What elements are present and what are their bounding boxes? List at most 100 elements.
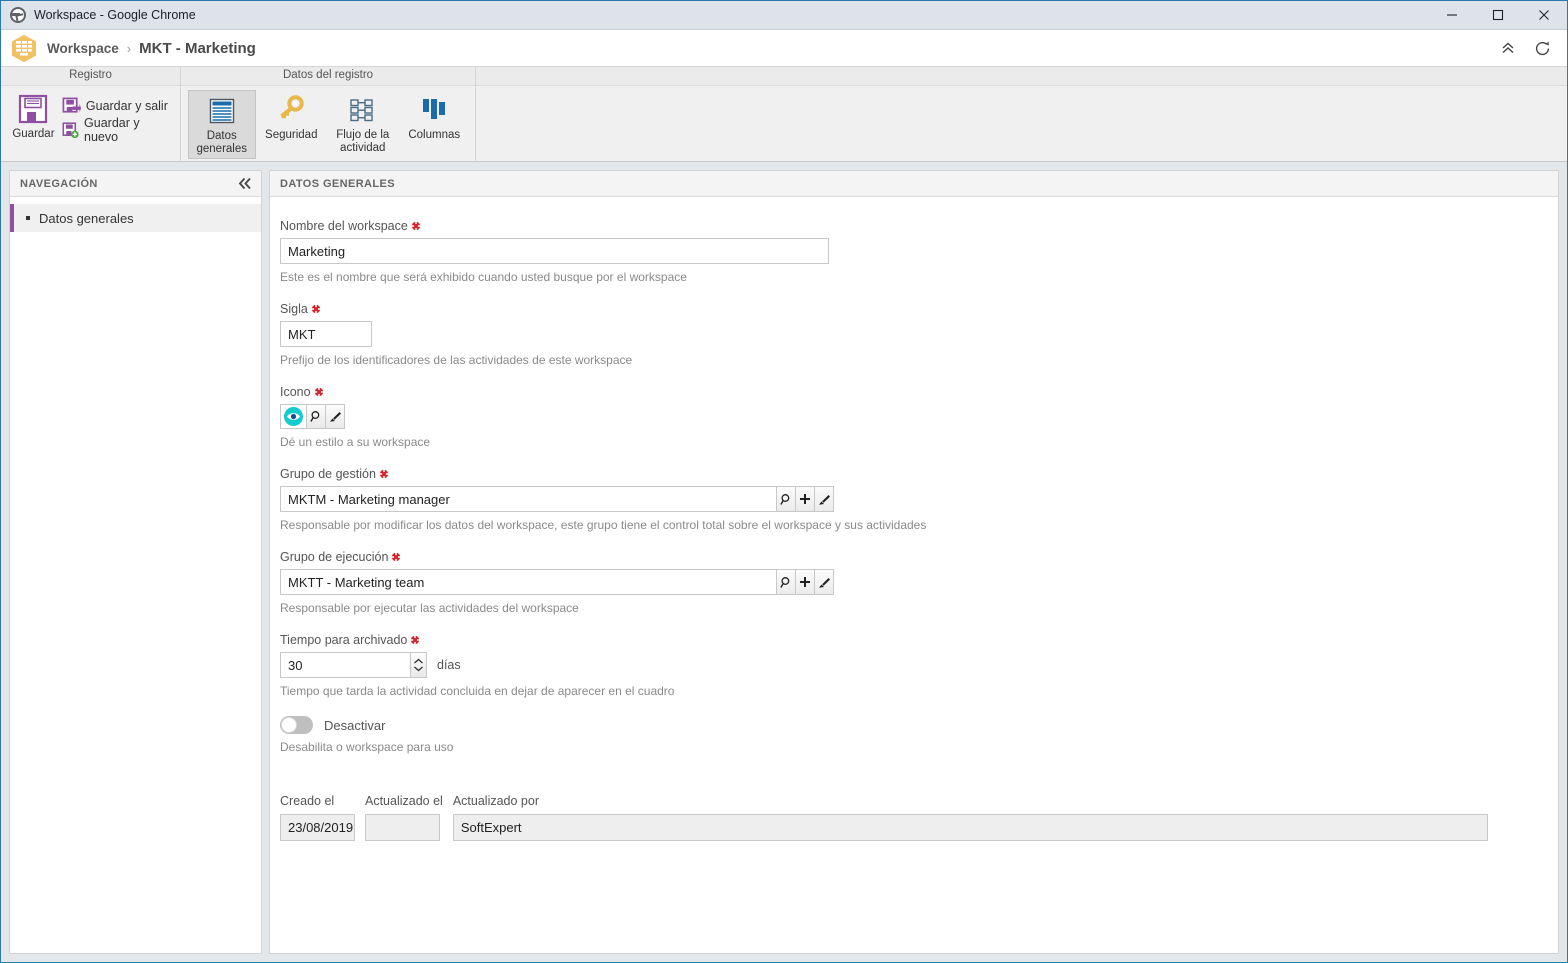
document-lines-icon [209, 98, 234, 124]
navigation-header: NAVEGACIÓN [10, 171, 261, 197]
key-icon [280, 95, 304, 119]
audit-row: Creado el 23/08/2019 Actualizado el Actu… [280, 794, 1558, 841]
field-tiempo-archivado-label-row: Tiempo para archivado [280, 633, 1558, 647]
ribbon-group-datos-registro-title: Datos del registro [181, 67, 475, 86]
tab-flujo-actividad-label: Flujo de la actividad [336, 129, 390, 154]
field-grupo-gestion-hint: Responsable por modificar los datos del … [280, 518, 927, 532]
grupo-ejecucion-clear-button[interactable] [815, 569, 834, 595]
tab-columnas[interactable]: Columnas [400, 90, 468, 144]
ribbon-group-registro-title: Registro [1, 67, 180, 86]
ribbon-empty-body [476, 86, 1567, 163]
page-title: MKT - Marketing [139, 39, 256, 57]
field-sigla: Sigla Prefijo de los identificadores de … [280, 302, 1558, 367]
chevron-up-icon [414, 658, 423, 664]
chevron-double-up-icon[interactable] [1493, 33, 1523, 63]
save-and-new-button[interactable]: Guardar y nuevo [60, 116, 174, 144]
magnifier-icon [779, 576, 789, 588]
required-icon [311, 304, 321, 314]
grupo-ejecucion-add-button[interactable] [796, 569, 815, 595]
field-icono-label: Icono [280, 385, 311, 399]
save-and-exit-button[interactable]: Guardar y salir [60, 94, 174, 118]
breadcrumb-root[interactable]: Workspace [47, 41, 119, 56]
grupo-gestion-add-button[interactable] [796, 486, 815, 512]
sidebar-item-label: Datos generales [39, 210, 134, 226]
tab-seguridad-label: Seguridad [265, 129, 318, 141]
field-nombre-workspace: Nombre del workspace Este es el nombre q… [280, 219, 1558, 284]
sidebar-item-datos-generales[interactable]: Datos generales [10, 204, 261, 232]
workspace-name-input[interactable] [280, 238, 829, 264]
selected-icon-swatch[interactable] [280, 404, 307, 429]
audit-updated-col: Actualizado el [365, 794, 443, 841]
floppy-disk-exit-icon [62, 97, 81, 113]
tiempo-archivado-input[interactable] [280, 652, 410, 678]
save-button-label: Guardar [12, 128, 55, 140]
main-body: NAVEGACIÓN Datos generales DATOS GENERAL… [1, 162, 1567, 962]
paintbrush-icon [818, 577, 830, 588]
ribbon-group-empty [476, 67, 1567, 163]
desactivar-toggle[interactable] [280, 716, 313, 734]
required-icon [410, 635, 420, 645]
audit-created-col: Creado el 23/08/2019 [280, 794, 355, 841]
audit-updated-label: Actualizado el [365, 794, 443, 808]
navigation-title: NAVEGACIÓN [20, 177, 98, 190]
field-nombre-hint: Este es el nombre que será exhibido cuan… [280, 270, 687, 284]
save-and-new-label: Guardar y nuevo [84, 116, 140, 144]
flowchart-icon [350, 99, 373, 122]
field-nombre-label: Nombre del workspace [280, 219, 408, 233]
sigla-input[interactable] [280, 321, 372, 347]
audit-gap-1 [355, 794, 365, 841]
field-tiempo-archivado-hint: Tiempo que tarda la actividad concluida … [280, 684, 675, 698]
field-nombre-label-row: Nombre del workspace [280, 219, 1558, 233]
ribbon-toolbar: Registro Guardar Guardar y salir Guardar… [1, 66, 1567, 163]
grupo-gestion-clear-button[interactable] [815, 486, 834, 512]
save-secondary-buttons: Guardar y salir Guardar y nuevo [60, 90, 174, 144]
plus-icon [800, 577, 810, 587]
minimize-button[interactable] [1429, 1, 1475, 29]
grupo-ejecucion-combo [280, 569, 1558, 595]
field-grupo-gestion-label: Grupo de gestión [280, 467, 376, 481]
field-desactivar: Desactivar Desabilita o workspace para u… [280, 716, 1558, 754]
audit-updated-by-label: Actualizado por [452, 794, 539, 808]
tab-datos-generales[interactable]: Datos generales [188, 90, 256, 159]
app-header: Workspace › MKT - Marketing [1, 30, 1567, 66]
field-sigla-hint: Prefijo de los identificadores de las ac… [280, 353, 633, 367]
audit-gap-2 [443, 794, 453, 841]
tab-seguridad[interactable]: Seguridad [258, 90, 326, 144]
icon-search-button[interactable] [307, 404, 326, 429]
close-button[interactable] [1521, 1, 1567, 29]
window-titlebar: Workspace - Google Chrome [1, 1, 1567, 30]
chevron-double-left-icon[interactable] [238, 177, 253, 190]
grupo-gestion-input[interactable] [280, 486, 777, 512]
audit-created-value: 23/08/2019 [280, 814, 355, 841]
field-sigla-label: Sigla [280, 302, 308, 316]
required-icon [313, 387, 324, 397]
stepper-buttons[interactable] [410, 652, 427, 678]
maximize-button[interactable] [1475, 1, 1521, 29]
field-grupo-ejecucion-label-row: Grupo de ejecución [280, 550, 1558, 564]
grupo-ejecucion-search-button[interactable] [777, 569, 796, 595]
grupo-ejecucion-input[interactable] [280, 569, 777, 595]
content-panel: DATOS GENERALES Nombre del workspace Est… [269, 170, 1559, 954]
ribbon-empty-title [476, 67, 1567, 86]
grupo-gestion-search-button[interactable] [777, 486, 796, 512]
ribbon-group-datos-registro-body: Datos generales Seguridad Flujo de la ac… [181, 86, 475, 163]
bullet-icon [26, 216, 30, 220]
chrome-window: Workspace - Google Chrome Workspace › MK… [0, 0, 1568, 963]
grupo-gestion-combo [280, 486, 1558, 512]
audit-updated-by-value: SoftExpert [452, 814, 1488, 841]
tab-flujo-actividad[interactable]: Flujo de la actividad [327, 90, 398, 157]
save-button[interactable]: Guardar [7, 90, 60, 142]
field-grupo-ejecucion: Grupo de ejecución MKTT - Marketing team… [280, 550, 1558, 615]
desactivar-toggle-row: Desactivar [280, 716, 1558, 734]
field-grupo-gestion: Grupo de gestión MKTM - Marketing manage… [280, 467, 1558, 532]
columns-icon [423, 99, 446, 119]
breadcrumb-separator: › [126, 40, 132, 56]
refresh-icon[interactable] [1527, 33, 1557, 63]
paintbrush-icon [329, 412, 341, 422]
window-title: Workspace - Google Chrome [34, 8, 196, 22]
required-icon [411, 221, 421, 231]
icon-clear-button[interactable] [326, 404, 345, 429]
content-header: DATOS GENERALES [270, 171, 1558, 197]
ribbon-group-registro-body: Guardar Guardar y salir Guardar y nuevo [1, 86, 180, 163]
content-section-title: DATOS GENERALES [280, 177, 395, 190]
